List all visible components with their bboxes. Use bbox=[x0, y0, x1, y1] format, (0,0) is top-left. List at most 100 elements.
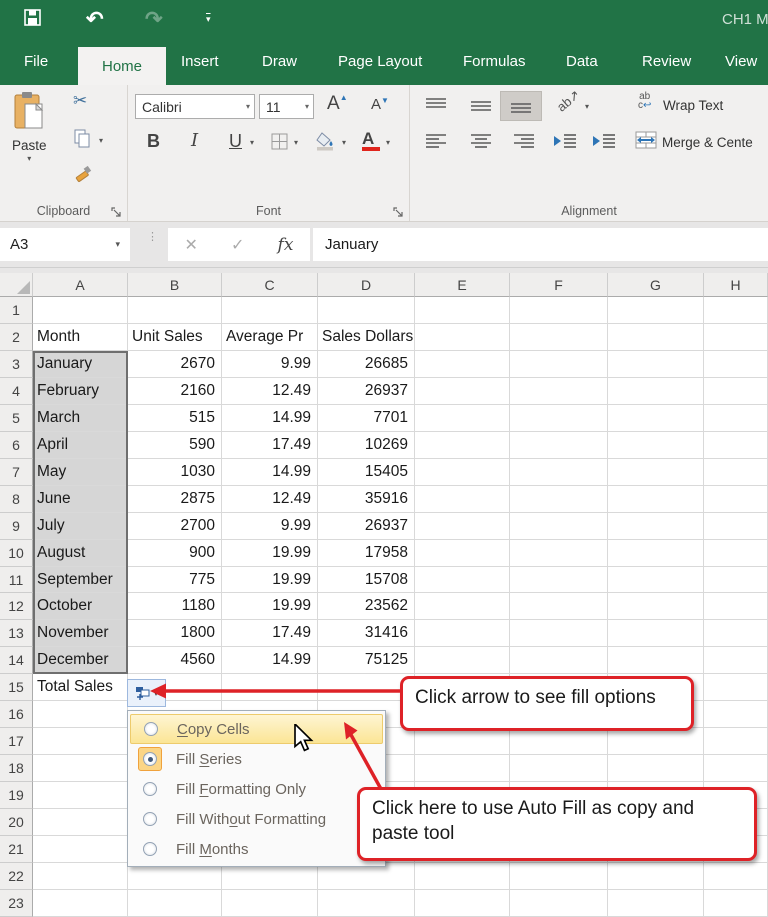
cell-D3[interactable]: 26685 bbox=[318, 350, 415, 378]
cell-C8[interactable]: 12.49 bbox=[222, 485, 318, 513]
row-header-22[interactable]: 22 bbox=[0, 863, 33, 890]
cell-D10[interactable]: 17958 bbox=[318, 539, 415, 567]
cell-C3[interactable]: 9.99 bbox=[222, 350, 318, 378]
radio-icon[interactable] bbox=[144, 722, 158, 736]
cell-A22[interactable] bbox=[33, 863, 128, 890]
menu-item-fill-formatting-only[interactable]: Fill Formatting Only bbox=[130, 774, 383, 804]
cell-H8[interactable] bbox=[704, 485, 768, 513]
cell-A18[interactable] bbox=[33, 755, 128, 783]
cell-E5[interactable] bbox=[415, 404, 510, 432]
cell-B8[interactable]: 2875 bbox=[128, 485, 222, 513]
cell-E10[interactable] bbox=[415, 539, 510, 567]
row-header-4[interactable]: 4 bbox=[0, 377, 33, 405]
select-all-corner[interactable] bbox=[0, 273, 33, 297]
row-header-21[interactable]: 21 bbox=[0, 836, 33, 864]
row-header-17[interactable]: 17 bbox=[0, 728, 33, 756]
cell-H4[interactable] bbox=[704, 377, 768, 405]
radio-icon[interactable] bbox=[143, 782, 157, 796]
cell-G8[interactable] bbox=[608, 485, 704, 513]
cell-G4[interactable] bbox=[608, 377, 704, 405]
radio-icon[interactable] bbox=[143, 842, 157, 856]
cell-D11[interactable]: 15708 bbox=[318, 566, 415, 594]
cell-E17[interactable] bbox=[415, 728, 510, 756]
cell-B23[interactable] bbox=[128, 889, 222, 917]
cell-F3[interactable] bbox=[510, 350, 608, 378]
cell-E23[interactable] bbox=[415, 889, 510, 917]
column-header-B[interactable]: B bbox=[128, 273, 222, 297]
cell-E7[interactable] bbox=[415, 458, 510, 486]
cell-C9[interactable]: 9.99 bbox=[222, 512, 318, 540]
cell-B11[interactable]: 775 bbox=[128, 566, 222, 594]
cell-A9[interactable]: July bbox=[33, 512, 128, 540]
cell-E1[interactable] bbox=[415, 297, 510, 324]
cell-A19[interactable] bbox=[33, 782, 128, 810]
format-painter-icon[interactable] bbox=[74, 165, 92, 188]
column-header-H[interactable]: H bbox=[704, 273, 768, 297]
cell-A10[interactable]: August bbox=[33, 539, 128, 567]
cell-A3[interactable]: January bbox=[33, 350, 128, 378]
cell-F13[interactable] bbox=[510, 620, 608, 648]
wrap-text-icon[interactable]: ab c↩ bbox=[638, 92, 651, 111]
name-box[interactable]: A3 ▾ bbox=[0, 228, 130, 261]
font-dialog-launcher-icon[interactable] bbox=[393, 205, 404, 217]
cell-H16[interactable] bbox=[704, 701, 768, 729]
font-size-select[interactable]: 11 ▾ bbox=[259, 94, 314, 119]
cell-A7[interactable]: May bbox=[33, 458, 128, 486]
autofill-options-button[interactable]: ▾ bbox=[127, 679, 166, 707]
cell-G9[interactable] bbox=[608, 512, 704, 540]
cell-B1[interactable] bbox=[128, 297, 222, 324]
cell-H3[interactable] bbox=[704, 350, 768, 378]
column-header-G[interactable]: G bbox=[608, 273, 704, 297]
cell-E11[interactable] bbox=[415, 566, 510, 594]
align-top-icon[interactable] bbox=[425, 97, 447, 118]
cell-C10[interactable]: 19.99 bbox=[222, 539, 318, 567]
column-header-E[interactable]: E bbox=[415, 273, 510, 297]
autofill-dropdown-icon[interactable]: ▾ bbox=[154, 688, 159, 699]
cell-B5[interactable]: 515 bbox=[128, 404, 222, 432]
borders-icon[interactable] bbox=[271, 133, 288, 155]
cell-A11[interactable]: September bbox=[33, 566, 128, 594]
tab-insert[interactable]: Insert bbox=[181, 53, 219, 70]
cell-B22[interactable] bbox=[128, 863, 222, 890]
cell-H23[interactable] bbox=[704, 889, 768, 917]
cell-H6[interactable] bbox=[704, 431, 768, 459]
cell-G22[interactable] bbox=[608, 863, 704, 890]
cell-F2[interactable] bbox=[510, 323, 608, 351]
tab-review[interactable]: Review bbox=[642, 53, 691, 70]
borders-dropdown-icon[interactable]: ▾ bbox=[294, 138, 298, 147]
cell-B4[interactable]: 2160 bbox=[128, 377, 222, 405]
tab-home[interactable]: Home bbox=[78, 47, 166, 85]
cell-B3[interactable]: 2670 bbox=[128, 350, 222, 378]
increase-indent-icon[interactable] bbox=[592, 133, 616, 154]
menu-item-fill-series[interactable]: Fill Series bbox=[130, 744, 383, 774]
cell-H9[interactable] bbox=[704, 512, 768, 540]
row-header-3[interactable]: 3 bbox=[0, 350, 33, 378]
cell-C14[interactable]: 14.99 bbox=[222, 647, 318, 675]
cell-G11[interactable] bbox=[608, 566, 704, 594]
qat-customize-icon[interactable]: ▾ bbox=[206, 14, 211, 25]
cell-C4[interactable]: 12.49 bbox=[222, 377, 318, 405]
formula-input[interactable]: January bbox=[313, 228, 768, 261]
cell-G23[interactable] bbox=[608, 889, 704, 917]
align-middle-icon[interactable] bbox=[470, 97, 492, 118]
copy-dropdown-icon[interactable]: ▾ bbox=[99, 136, 103, 145]
bold-button[interactable]: B bbox=[147, 131, 160, 152]
cell-E22[interactable] bbox=[415, 863, 510, 890]
row-header-10[interactable]: 10 bbox=[0, 539, 33, 567]
cell-E13[interactable] bbox=[415, 620, 510, 648]
cell-D8[interactable]: 35916 bbox=[318, 485, 415, 513]
cell-A6[interactable]: April bbox=[33, 431, 128, 459]
row-header-15[interactable]: 15 bbox=[0, 674, 33, 702]
increase-font-icon[interactable]: A▲ bbox=[327, 93, 348, 115]
row-header-5[interactable]: 5 bbox=[0, 404, 33, 432]
cell-B7[interactable]: 1030 bbox=[128, 458, 222, 486]
cell-B13[interactable]: 1800 bbox=[128, 620, 222, 648]
cell-F23[interactable] bbox=[510, 889, 608, 917]
cell-G5[interactable] bbox=[608, 404, 704, 432]
cell-G7[interactable] bbox=[608, 458, 704, 486]
insert-function-icon[interactable]: fx bbox=[278, 235, 294, 255]
row-header-11[interactable]: 11 bbox=[0, 566, 33, 594]
menu-item-copy-cells[interactable]: Copy Cells bbox=[130, 714, 383, 744]
orientation-icon[interactable]: ab↗ bbox=[554, 87, 584, 116]
cell-A15[interactable]: Total Sales bbox=[33, 674, 128, 702]
